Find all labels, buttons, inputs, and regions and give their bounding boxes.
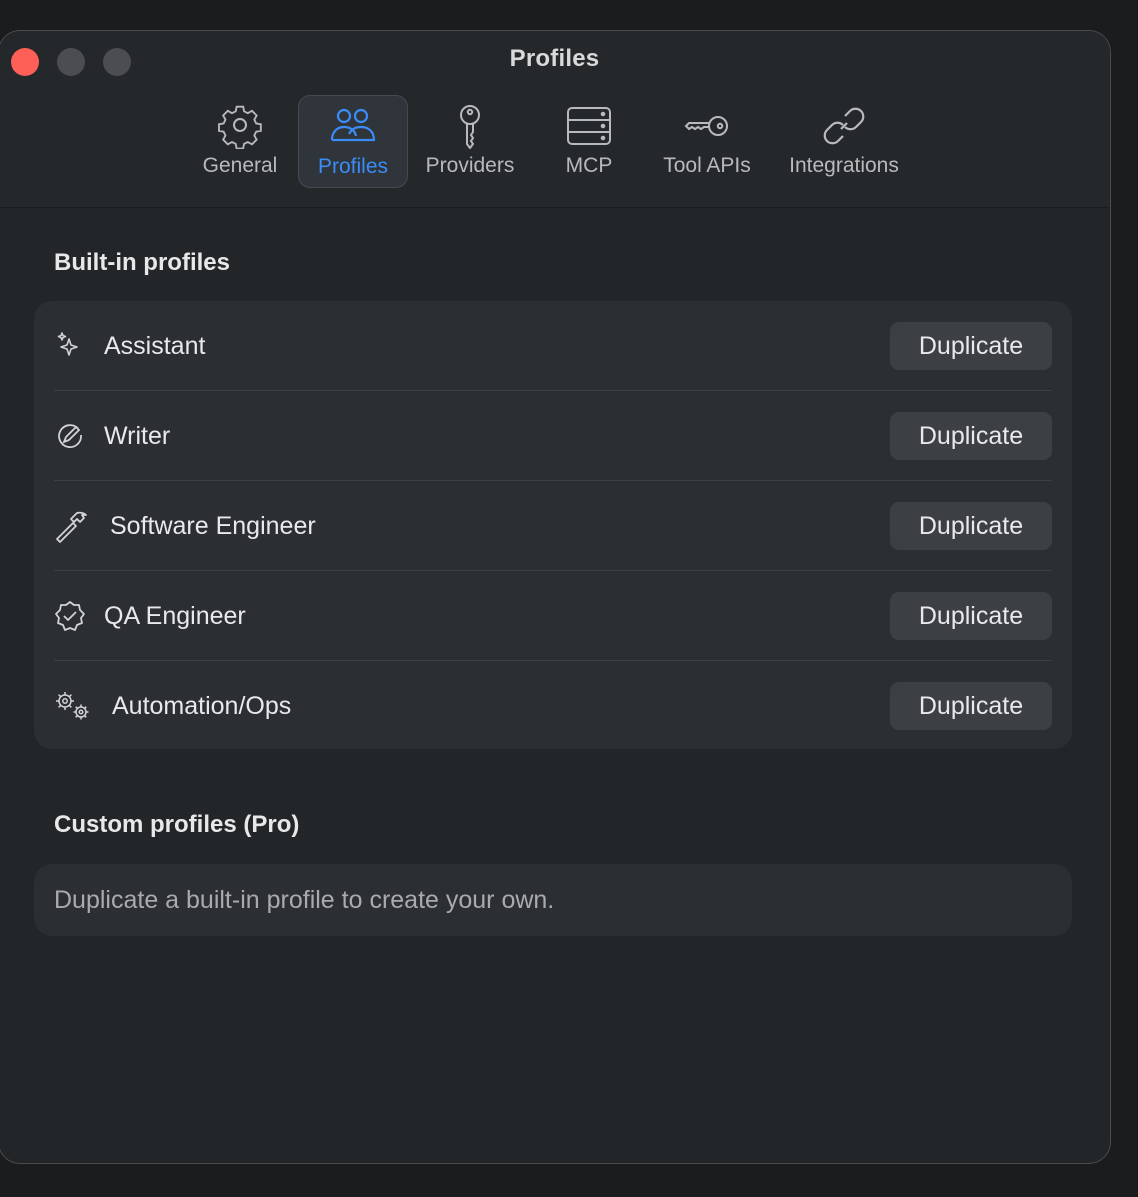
duplicate-button[interactable]: Duplicate	[890, 682, 1052, 730]
profile-name: Writer	[104, 421, 171, 450]
duplicate-button[interactable]: Duplicate	[890, 502, 1052, 550]
tab-general[interactable]: General	[195, 95, 285, 188]
tab-profiles-label: Profiles	[317, 155, 389, 178]
custom-profiles-empty-message: Duplicate a built-in profile to create y…	[54, 886, 555, 914]
profile-row-writer: Writer Duplicate	[54, 391, 1052, 481]
profile-row-software-engineer: Software Engineer Duplicate	[54, 481, 1052, 571]
settings-window: Profiles General Profiles Providers MCP …	[0, 30, 1111, 1164]
tab-general-label: General	[202, 154, 278, 177]
profile-name: Assistant	[104, 331, 206, 360]
sparkles-icon	[57, 332, 78, 356]
tab-mcp-label: MCP	[565, 154, 613, 177]
window-title: Profiles	[509, 45, 600, 72]
duplicate-button[interactable]: Duplicate	[890, 592, 1052, 640]
custom-section-title: Custom profiles (Pro)	[54, 811, 300, 838]
checkmark-seal-icon	[55, 601, 85, 631]
builtin-section-title: Built-in profiles	[54, 249, 230, 276]
duplicate-button[interactable]: Duplicate	[890, 412, 1052, 460]
hammer-icon	[56, 511, 87, 543]
custom-profiles-card: Duplicate a built-in profile to create y…	[34, 864, 1072, 936]
tab-mcp[interactable]: MCP	[552, 95, 626, 188]
gears-icon	[56, 692, 89, 720]
toolbar: Profiles General Profiles Providers MCP …	[0, 31, 1110, 208]
profile-name: Software Engineer	[110, 511, 316, 540]
key-icon	[460, 105, 480, 149]
duplicate-button[interactable]: Duplicate	[890, 322, 1052, 370]
tab-providers[interactable]: Providers	[418, 95, 522, 188]
tab-tool-apis-label: Tool APIs	[663, 154, 751, 177]
server-icon	[567, 107, 611, 145]
gear-icon	[218, 105, 262, 149]
tab-providers-label: Providers	[425, 154, 515, 177]
profile-name: Automation/Ops	[112, 691, 292, 720]
tab-integrations[interactable]: Integrations	[778, 95, 910, 188]
profile-row-automation-ops: Automation/Ops Duplicate	[54, 661, 1052, 751]
link-icon	[823, 107, 865, 145]
horizontal-key-icon	[684, 116, 728, 136]
profile-row-assistant: Assistant Duplicate	[54, 301, 1052, 391]
profile-row-qa-engineer: QA Engineer Duplicate	[54, 571, 1052, 661]
profile-name: QA Engineer	[104, 601, 246, 630]
tab-integrations-label: Integrations	[789, 154, 899, 177]
pen-circle-icon	[58, 424, 82, 448]
tab-profiles[interactable]: Profiles	[298, 95, 408, 188]
tab-tool-apis[interactable]: Tool APIs	[655, 95, 759, 188]
builtin-profiles-card: Assistant Duplicate Writer Duplicate Sof…	[34, 301, 1072, 749]
people-icon	[330, 108, 376, 142]
